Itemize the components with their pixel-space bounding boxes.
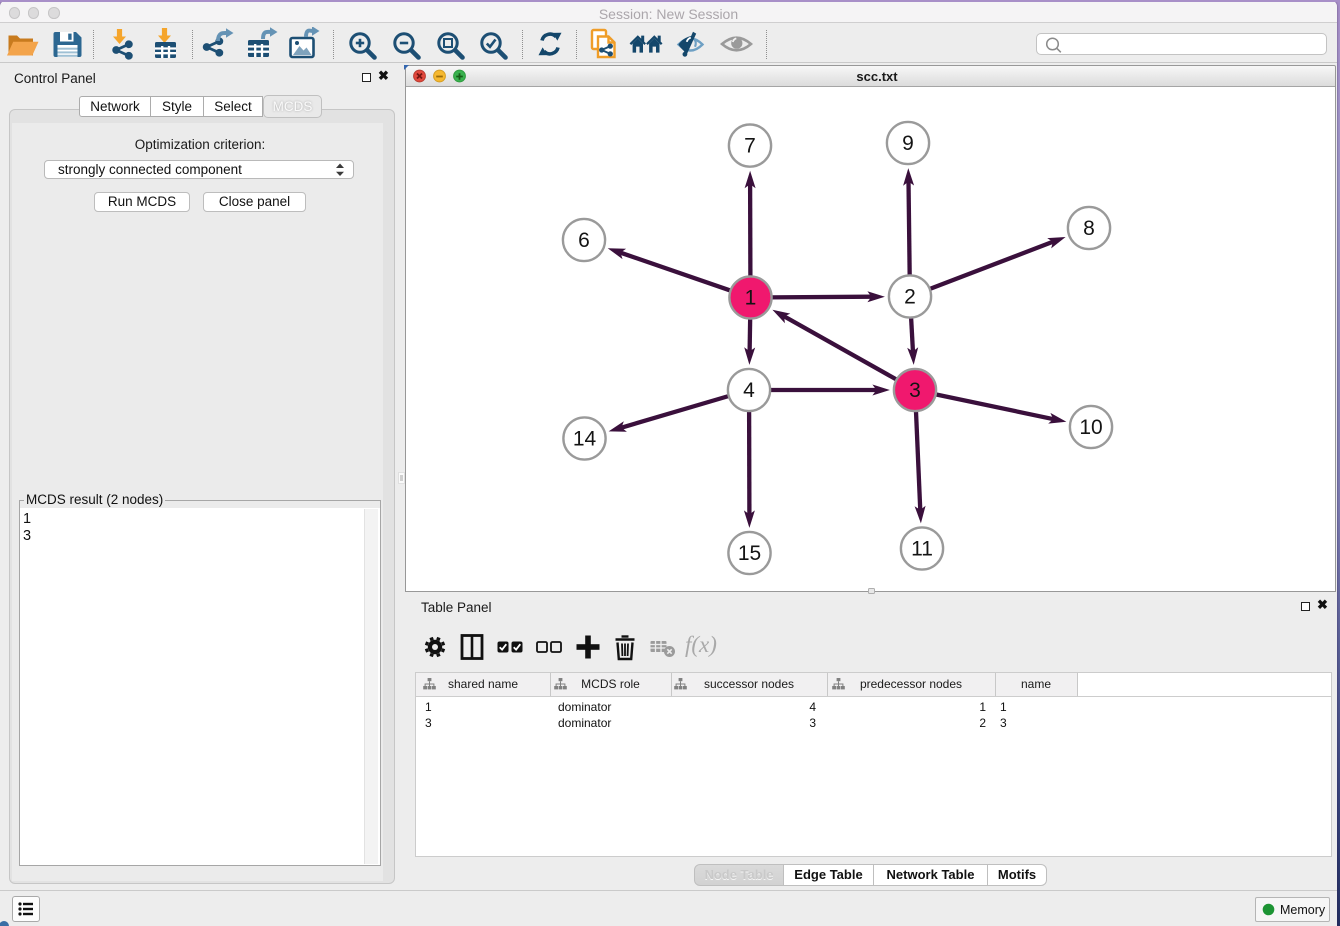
svg-text:2: 2 [904,286,916,309]
svg-text:10: 10 [1079,416,1102,439]
svg-text:9: 9 [902,132,914,155]
svg-text:11: 11 [911,538,933,561]
svg-text:6: 6 [578,229,590,252]
svg-text:8: 8 [1083,217,1095,240]
svg-text:7: 7 [744,135,756,158]
svg-text:4: 4 [743,379,755,402]
svg-text:15: 15 [738,542,761,565]
svg-text:14: 14 [573,428,597,451]
svg-text:1: 1 [745,287,757,310]
svg-text:3: 3 [909,379,921,402]
